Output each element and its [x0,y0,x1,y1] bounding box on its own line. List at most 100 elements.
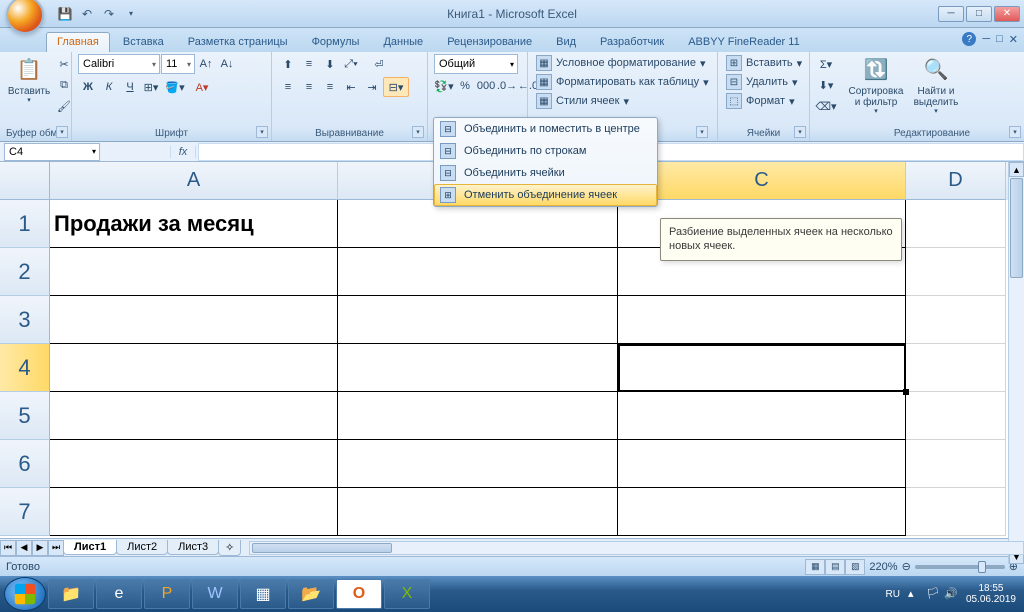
hscroll-thumb[interactable] [252,543,392,553]
maximize-button[interactable]: □ [966,6,992,22]
cell-b3[interactable] [338,296,618,344]
cell-c6[interactable] [618,440,906,488]
zoom-out-icon[interactable]: ⊖ [902,560,911,573]
page-break-view-icon[interactable]: ▧ [845,559,865,575]
system-clock[interactable]: 18:55 05.06.2019 [966,583,1020,605]
name-box[interactable]: C4 [4,143,100,161]
row-header-3[interactable]: 3 [0,296,50,344]
save-icon[interactable]: 💾 [56,5,74,23]
cell-c4[interactable] [618,344,906,392]
zoom-slider[interactable] [915,565,1005,569]
new-sheet-button[interactable]: ✧ [218,540,241,556]
tab-view[interactable]: Вид [545,32,587,52]
cell-a3[interactable] [50,296,338,344]
cell-a4[interactable] [50,344,338,392]
normal-view-icon[interactable]: ▦ [805,559,825,575]
currency-icon[interactable]: 💱▾ [434,76,454,96]
col-header-a[interactable]: A [50,162,338,200]
font-name-combo[interactable]: Calibri [78,54,160,74]
fill-color-icon[interactable]: 🪣▾ [162,77,188,97]
sort-filter-button[interactable]: 🔃 Сортировка и фильтр▾ [846,54,906,118]
page-layout-view-icon[interactable]: ▤ [825,559,845,575]
sheet-next-icon[interactable]: ▶ [32,540,48,556]
borders-icon[interactable]: ⊞▾ [141,77,161,97]
cell-c7[interactable] [618,488,906,536]
tray-show-hidden-icon[interactable]: ▴ [908,587,922,601]
percent-icon[interactable]: % [455,76,475,96]
fill-icon[interactable]: ⬇▾ [816,75,836,95]
align-bottom-icon[interactable]: ⬇ [320,54,340,74]
row-header-7[interactable]: 7 [0,488,50,536]
cell-b5[interactable] [338,392,618,440]
office-button[interactable] [6,0,44,34]
sheet-tab-2[interactable]: Лист2 [116,540,168,555]
taskbar-opera-icon[interactable]: O [336,579,382,609]
bold-button[interactable]: Ж [78,77,98,97]
row-header-5[interactable]: 5 [0,392,50,440]
undo-icon[interactable]: ↶ [78,5,96,23]
taskbar-excel-icon[interactable]: X [384,579,430,609]
grow-font-icon[interactable]: A↑ [196,54,216,74]
shrink-font-icon[interactable]: A↓ [217,54,237,74]
ribbon-minimize-icon[interactable]: ─ [982,33,990,45]
tab-abbyy[interactable]: ABBYY FineReader 11 [677,32,811,52]
zoom-thumb[interactable] [978,561,986,573]
merge-across-item[interactable]: ⊟Объединить по строкам [434,140,657,162]
cell-c5[interactable] [618,392,906,440]
redo-icon[interactable]: ↷ [100,5,118,23]
cell-d3[interactable] [906,296,1006,344]
ribbon-close-icon[interactable]: ✕ [1009,33,1018,46]
format-as-table-button[interactable]: ▦Форматировать как таблицу ▾ [534,73,711,91]
sheet-prev-icon[interactable]: ◀ [16,540,32,556]
row-header-6[interactable]: 6 [0,440,50,488]
increase-decimal-icon[interactable]: .0→ [497,76,517,96]
cell-d6[interactable] [906,440,1006,488]
cut-icon[interactable]: ✂ [54,54,74,74]
sheet-first-icon[interactable]: ⏮ [0,540,16,556]
number-format-combo[interactable]: Общий [434,54,518,74]
fill-handle[interactable] [903,389,909,395]
sheet-tab-1[interactable]: Лист1 [63,540,117,555]
font-color-icon[interactable]: A▾ [189,77,215,97]
merge-cells-item[interactable]: ⊟Объединить ячейки [434,162,657,184]
underline-button[interactable]: Ч [120,77,140,97]
row-header-2[interactable]: 2 [0,248,50,296]
merge-center-item[interactable]: ⊟Объединить и поместить в центре [434,118,657,140]
horizontal-scrollbar[interactable] [249,541,1024,555]
fx-button[interactable]: fx [170,146,196,158]
taskbar-app1-icon[interactable]: ▦ [240,579,286,609]
align-middle-icon[interactable]: ≡ [299,54,319,74]
scroll-up-icon[interactable]: ▲ [1009,162,1024,177]
sheet-last-icon[interactable]: ⏭ [48,540,64,556]
format-painter-icon[interactable]: 🖌 [54,96,74,116]
cell-b6[interactable] [338,440,618,488]
cell-b7[interactable] [338,488,618,536]
conditional-formatting-button[interactable]: ▦Условное форматирование ▾ [534,54,707,72]
start-button[interactable] [4,577,46,611]
tab-formulas[interactable]: Формулы [301,32,371,52]
taskbar-word-icon[interactable]: W [192,579,238,609]
cell-a7[interactable] [50,488,338,536]
cell-b2[interactable] [338,248,618,296]
align-right-icon[interactable]: ≡ [320,77,340,97]
minimize-button[interactable]: ─ [938,6,964,22]
tab-page-layout[interactable]: Разметка страницы [177,32,299,52]
font-size-combo[interactable]: 11 [161,54,195,74]
cell-a6[interactable] [50,440,338,488]
format-cells-button[interactable]: ⬚Формат ▾ [724,92,797,110]
close-button[interactable]: ✕ [994,6,1020,22]
tab-insert[interactable]: Вставка [112,32,175,52]
cell-d4[interactable] [906,344,1006,392]
cell-c3[interactable] [618,296,906,344]
insert-cells-button[interactable]: ⊞Вставить ▾ [724,54,804,72]
col-header-d[interactable]: D [906,162,1006,200]
merge-center-icon[interactable]: ⊟▾ [383,77,409,97]
find-select-button[interactable]: 🔍 Найти и выделить▾ [908,54,964,118]
taskbar-explorer-icon[interactable]: 📁 [48,579,94,609]
cell-b1[interactable] [338,200,618,248]
help-icon[interactable]: ? [962,32,976,46]
unmerge-cells-item[interactable]: ⊞Отменить объединение ячеек [434,184,657,206]
tab-home[interactable]: Главная [46,32,110,52]
align-center-icon[interactable]: ≡ [299,77,319,97]
tab-data[interactable]: Данные [372,32,434,52]
